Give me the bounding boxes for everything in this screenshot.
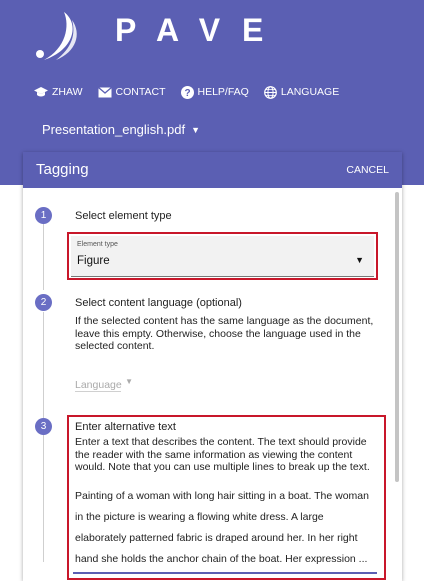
step-title: Select element type <box>75 210 172 222</box>
envelope-icon <box>97 86 112 97</box>
caret-down-icon: ▼ <box>191 124 201 135</box>
svg-text:?: ? <box>184 88 190 99</box>
panel-title: Tagging <box>36 161 89 178</box>
dropdown-arrow-icon: ▼ <box>355 255 364 265</box>
nav-item-label: CONTACT <box>115 86 166 98</box>
globe-icon <box>263 85 277 99</box>
select-label: Element type <box>77 241 118 248</box>
nav-item-contact[interactable]: CONTACT <box>97 86 166 98</box>
language-placeholder: Language <box>75 379 122 391</box>
nav-item-label: HELP/FAQ <box>197 86 249 98</box>
step-connector-line <box>43 312 44 562</box>
dropdown-arrow-icon: ▼ <box>125 377 133 386</box>
nav-item-label: LANGUAGE <box>280 86 340 98</box>
panel-header: Tagging CANCEL <box>23 152 402 188</box>
step-number-badge: 3 <box>35 418 52 435</box>
step-number-badge: 1 <box>35 207 52 224</box>
step-connector-line <box>43 223 44 290</box>
app-logo-text: PAVE <box>115 12 286 48</box>
nav-item-zhaw[interactable]: ZHAW <box>34 86 83 98</box>
textarea-underline <box>73 572 377 574</box>
step-title: Select content language (optional) <box>75 297 242 309</box>
nav-item-language[interactable]: LANGUAGE <box>263 85 340 99</box>
top-navigation: ZHAW CONTACT ? HELP/FAQ LANGUAGE <box>34 83 339 101</box>
nav-item-label: ZHAW <box>52 86 83 98</box>
file-name: Presentation_english.pdf <box>42 122 186 137</box>
cancel-button[interactable]: CANCEL <box>346 164 389 176</box>
graduation-cap-icon <box>34 87 48 97</box>
pave-logo-icon <box>36 12 77 60</box>
nav-item-help[interactable]: ? HELP/FAQ <box>180 85 249 99</box>
language-select[interactable]: Language ▼ <box>75 375 133 392</box>
step-number-badge: 2 <box>35 294 52 311</box>
step-description: Enter a text that describes the content.… <box>75 436 370 473</box>
step-title: Enter alternative text <box>75 421 176 433</box>
element-type-select[interactable]: Element type Figure ▼ <box>71 236 374 277</box>
file-selector-dropdown[interactable]: Presentation_english.pdf ▼ <box>42 122 200 137</box>
help-icon: ? <box>180 85 194 99</box>
step-description: If the selected content has the same lan… <box>75 315 374 352</box>
select-value: Figure <box>77 255 110 267</box>
scrollbar[interactable] <box>395 192 399 482</box>
alt-text-textarea[interactable]: Painting of a woman with long hair sitti… <box>75 486 375 570</box>
tagging-panel: Tagging CANCEL 1 Select element type Ele… <box>23 152 402 581</box>
